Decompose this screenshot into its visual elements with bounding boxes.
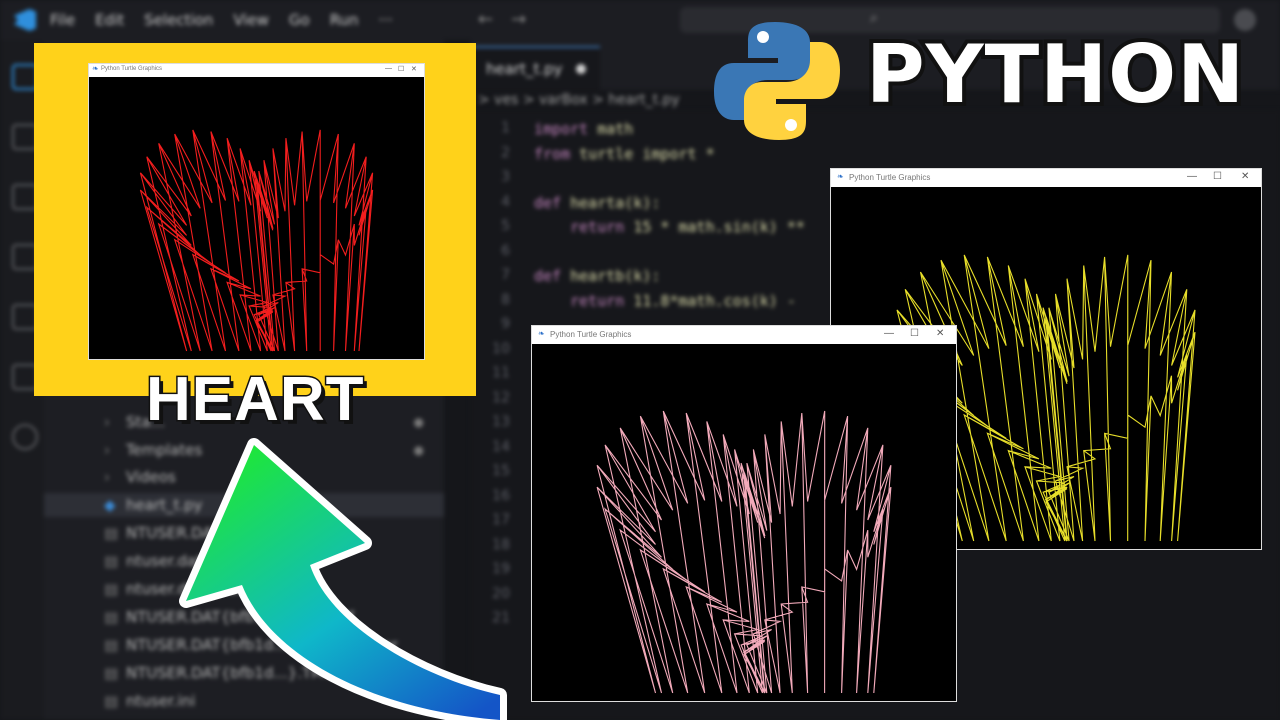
line-number: 3 (501, 169, 510, 185)
menu-edit[interactable]: Edit (95, 11, 124, 29)
minimize-icon[interactable]: — (1187, 171, 1197, 182)
heart-drawing (139, 129, 374, 352)
python-file-icon: ◆ (104, 496, 116, 514)
close-icon[interactable]: ✕ (1241, 171, 1249, 182)
chevron-right-icon: › (104, 441, 110, 459)
maximize-icon[interactable]: ☐ (1213, 171, 1222, 182)
thumbnail-card: ❧ Python Turtle Graphics — ☐ ✕ (34, 43, 476, 396)
feather-icon: ❧ (538, 329, 545, 338)
line-number: 5 (501, 218, 510, 234)
code-line[interactable]: return 11.8*math.cos(k) - (534, 292, 796, 310)
turtle-canvas-pink (596, 410, 892, 694)
line-number: 4 (501, 193, 510, 210)
minimize-icon[interactable]: — (385, 65, 392, 72)
remote-icon[interactable] (12, 424, 38, 450)
code-line[interactable]: import math (534, 120, 633, 138)
breadcrumb[interactable]: > ves > varBox > heart_t.py (478, 92, 680, 108)
python-label: PYTHON (862, 24, 1248, 125)
search-icon: ⌕ (870, 10, 878, 26)
menu-selection[interactable]: Selection (144, 11, 213, 29)
python-logo-icon (714, 22, 840, 140)
unsaved-dot-icon[interactable] (576, 64, 586, 74)
window-title: Python Turtle Graphics (849, 173, 931, 182)
menu-more[interactable]: ··· (379, 11, 393, 29)
line-number: 11 (492, 365, 510, 381)
line-number: 7 (501, 267, 510, 283)
turtle-canvas-red (139, 129, 374, 352)
window-titlebar[interactable]: ❧ Python Turtle Graphics — ☐ ✕ (89, 64, 424, 77)
close-icon[interactable]: ✕ (411, 65, 417, 73)
file-icon: ▤ (104, 636, 119, 654)
curved-arrow-icon (179, 438, 507, 720)
heart-drawing (596, 410, 892, 694)
turtle-window-red[interactable]: ❧ Python Turtle Graphics — ☐ ✕ (89, 64, 424, 359)
line-number: 1 (501, 120, 510, 136)
line-number: 10 (492, 340, 510, 357)
code-line[interactable]: return 15 * math.sin(k) ** (534, 218, 805, 236)
chevron-right-icon: › (104, 468, 110, 486)
tab-label: heart_t.py (486, 60, 563, 78)
file-icon: ▤ (104, 608, 119, 626)
window-titlebar[interactable]: ❧ Python Turtle Graphics — ☐ ✕ (532, 326, 956, 344)
menu-file[interactable]: File (50, 11, 75, 29)
maximize-icon[interactable]: ☐ (398, 65, 404, 73)
line-number: 12 (492, 389, 510, 406)
menu-view[interactable]: View (233, 11, 269, 29)
window-titlebar[interactable]: ❧ Python Turtle Graphics — ☐ ✕ (831, 169, 1261, 187)
turtle-window-pink[interactable]: ❧ Python Turtle Graphics — ☐ ✕ (532, 326, 956, 701)
file-icon: ▤ (104, 692, 119, 710)
close-icon[interactable]: ✕ (936, 328, 944, 339)
maximize-icon[interactable]: ☐ (910, 328, 919, 339)
line-number: 2 (501, 144, 510, 161)
tree-label: Videos (126, 468, 176, 486)
nav-arrows-icon[interactable]: ←→ (478, 9, 544, 30)
file-icon: ▤ (104, 524, 119, 542)
file-icon: ▤ (104, 552, 119, 570)
line-number: 6 (501, 242, 510, 259)
feather-icon: ❧ (92, 64, 99, 73)
tab-heart-file[interactable]: heart_t.py (470, 46, 600, 92)
file-icon: ▤ (104, 580, 119, 598)
chevron-right-icon: › (104, 413, 110, 431)
code-line[interactable]: def heartb(k): (534, 267, 660, 285)
window-title: Python Turtle Graphics (550, 330, 632, 339)
menu-go[interactable]: Go (289, 11, 310, 29)
minimize-icon[interactable]: — (884, 328, 894, 339)
line-number: 9 (501, 316, 510, 332)
window-title: Python Turtle Graphics (101, 66, 163, 72)
file-icon: ▤ (104, 664, 119, 682)
feather-icon: ❧ (837, 172, 844, 181)
vscode-logo-icon (14, 9, 36, 31)
code-line[interactable]: from turtle import * (534, 145, 715, 163)
line-number: 8 (501, 291, 510, 308)
code-line[interactable]: def hearta(k): (534, 194, 660, 212)
menu-run[interactable]: Run (330, 11, 359, 29)
